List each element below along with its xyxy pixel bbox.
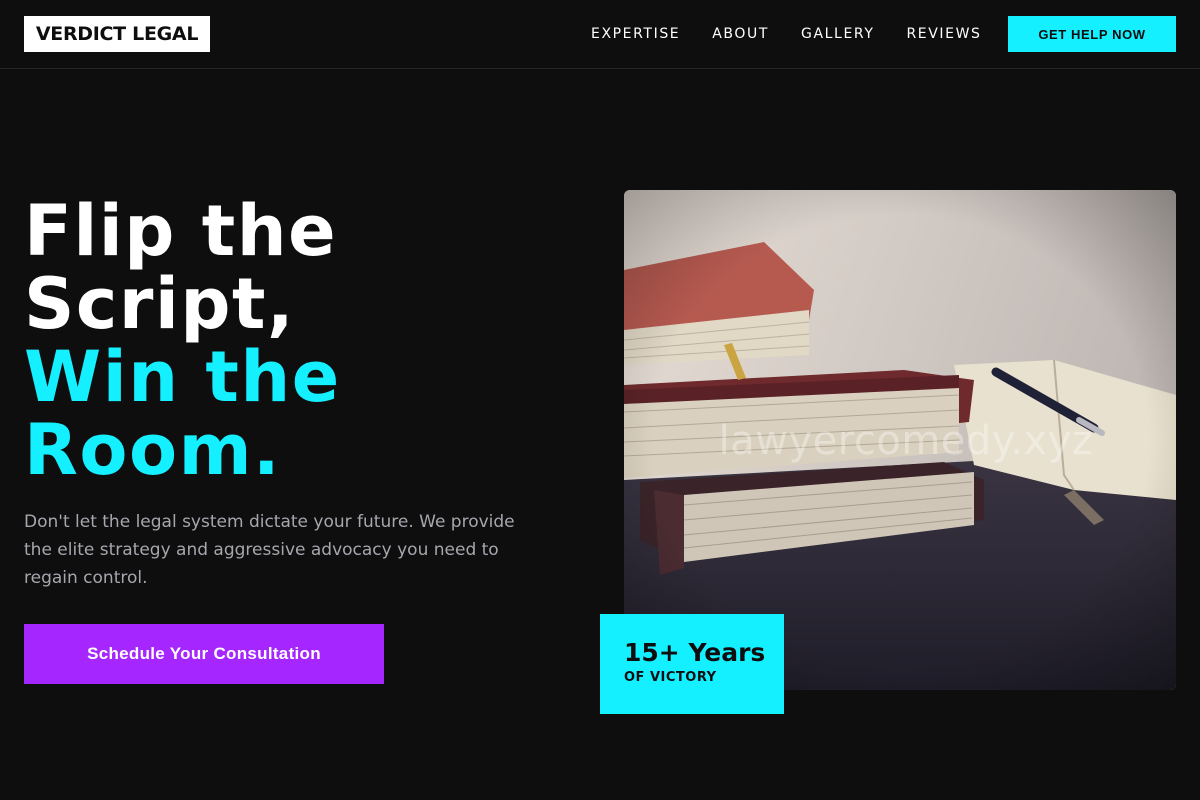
site-header: VERDICT LEGAL EXPERTISE ABOUT GALLERY RE… bbox=[0, 0, 1200, 69]
nav-item-gallery[interactable]: GALLERY bbox=[785, 26, 890, 42]
hero-title-line-1: Flip the bbox=[24, 190, 338, 272]
hero-accent-line-1: Win the bbox=[24, 336, 341, 418]
logo[interactable]: VERDICT LEGAL bbox=[24, 16, 210, 52]
hero-title: Flip the Script, Win the Room. bbox=[24, 195, 564, 487]
nav-item-reviews[interactable]: REVIEWS bbox=[890, 26, 997, 42]
schedule-consultation-button[interactable]: Schedule Your Consultation bbox=[24, 624, 384, 684]
badge-value: 15+ Years bbox=[624, 638, 766, 667]
hero-description: Don't let the legal system dictate your … bbox=[24, 512, 515, 588]
hero-accent-line-2: Room. bbox=[24, 409, 282, 491]
hero-title-line-2: Script, bbox=[24, 263, 296, 345]
badge-label: OF VICTORY bbox=[624, 670, 717, 685]
nav-item-about[interactable]: ABOUT bbox=[696, 26, 785, 42]
get-help-button[interactable]: GET HELP NOW bbox=[1008, 16, 1176, 52]
main-nav: EXPERTISE ABOUT GALLERY REVIEWS bbox=[575, 16, 998, 52]
photo-watermark: lawyercomedy.xyz bbox=[718, 418, 1094, 464]
experience-badge: 15+ Years OF VICTORY bbox=[600, 614, 784, 714]
nav-item-expertise[interactable]: EXPERTISE bbox=[575, 26, 696, 42]
